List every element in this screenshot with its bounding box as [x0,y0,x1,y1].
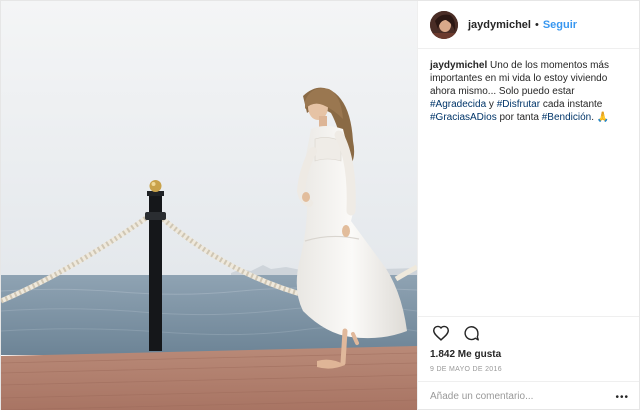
post-header: jaydymichel • Seguir [418,1,639,49]
caption-text: por tanta [496,112,542,123]
caption-username[interactable]: jaydymichel [430,60,487,71]
hashtag-graciasadios[interactable]: #GraciasADios [430,112,497,123]
likes-count[interactable]: 1.842 Me gusta [430,349,627,360]
post-date[interactable]: 9 de mayo de 2016 [430,366,627,373]
action-bar [430,317,627,349]
more-options-icon[interactable]: ••• [615,392,629,403]
hashtag-agradecida[interactable]: #Agradecida [430,99,486,110]
caption-text: y [486,99,497,110]
post-photo[interactable] [1,1,417,410]
comment-icon[interactable] [460,322,482,344]
hashtag-disfrutar[interactable]: #Disfrutar [497,99,540,110]
instagram-post: jaydymichel • Seguir jaydymichel Uno de … [0,0,640,410]
praying-hands-emoji: 🙏 [596,112,610,123]
post-footer: 1.842 Me gusta 9 de mayo de 2016 [418,316,639,381]
header-separator: • [534,18,539,31]
avatar-image [430,10,458,39]
caption-text: cada instante [540,99,603,110]
post-side-panel: jaydymichel • Seguir jaydymichel Uno de … [417,1,639,410]
comment-bar [418,381,639,410]
comment-icon-svg [463,325,479,341]
comment-input[interactable] [430,391,627,402]
pregnant-woman-on-pier-image [1,1,417,410]
heart-icon[interactable] [430,322,452,344]
header-username[interactable]: jaydymichel [468,19,531,31]
follow-button[interactable]: Seguir [543,19,577,31]
heart-icon-svg [432,325,450,341]
hashtag-bendicion[interactable]: #Bendición [542,112,591,123]
avatar[interactable] [430,10,458,39]
post-caption: jaydymichel Uno de los momentos más impo… [418,49,639,316]
